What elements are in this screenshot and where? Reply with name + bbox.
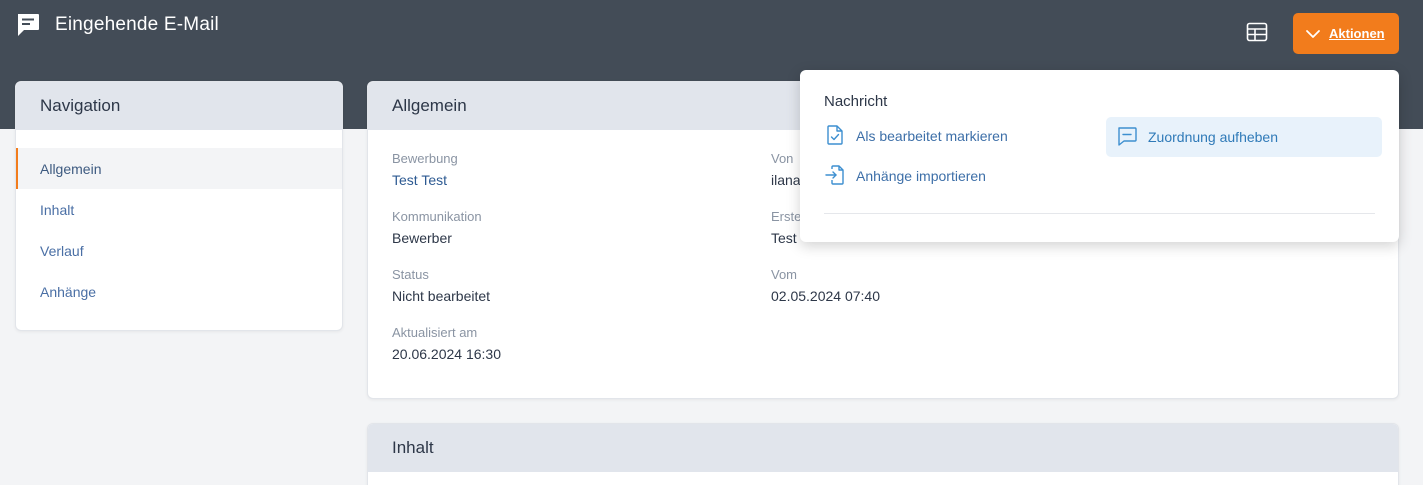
file-check-icon (824, 124, 856, 149)
field-value: Test (771, 230, 797, 246)
mark-as-processed-item[interactable]: Als bearbeitet markieren (824, 116, 1084, 156)
actions-button[interactable]: Aktionen (1293, 13, 1399, 54)
field-erstellt: Erste Test (771, 209, 801, 246)
field-kommunikation: Kommunikation Bewerber (392, 209, 482, 246)
nav-item-inhalt[interactable]: Inhalt (16, 189, 342, 230)
dropdown-item-label: Anhänge importieren (856, 168, 986, 184)
navigation-list: Allgemein Inhalt Verlauf Anhänge (16, 130, 342, 312)
bewerbung-link[interactable]: Test Test (392, 172, 458, 188)
field-label: Bewerbung (392, 151, 458, 166)
content-card: Inhalt (367, 423, 1399, 485)
field-vom: Vom 02.05.2024 07:40 (771, 267, 880, 304)
dropdown-item-label: Als bearbeitet markieren (856, 128, 1008, 144)
file-import-icon (824, 164, 856, 189)
status-value: Nicht bearbeitet (392, 288, 491, 304)
table-view-button[interactable] (1244, 21, 1270, 47)
field-label: Erste (771, 209, 802, 224)
field-label: Kommunikation (392, 209, 482, 224)
field-value: ilana (771, 172, 801, 188)
nav-item-anhaenge[interactable]: Anhänge (16, 271, 342, 312)
content-title: Inhalt (368, 424, 1398, 472)
nav-item-verlauf[interactable]: Verlauf (16, 230, 342, 271)
dropdown-divider (824, 213, 1375, 214)
field-value: Bewerber (392, 230, 452, 246)
actions-button-label: Aktionen (1329, 26, 1385, 41)
field-bewerbung: Bewerbung Test Test (392, 151, 458, 188)
field-aktualisiert: Aktualisiert am 20.06.2024 16:30 (392, 325, 501, 362)
field-value: 20.06.2024 16:30 (392, 346, 501, 362)
message-square-icon (15, 12, 41, 38)
field-label: Von (771, 151, 794, 166)
field-status: Status Nicht bearbeitet (392, 267, 490, 304)
navigation-title: Navigation (16, 82, 342, 130)
import-attachments-item[interactable]: Anhänge importieren (824, 156, 1084, 196)
nav-item-allgemein[interactable]: Allgemein (16, 148, 342, 189)
unassign-item[interactable]: Zuordnung aufheben (1106, 117, 1382, 157)
navigation-card: Navigation Allgemein Inhalt Verlauf Anhä… (15, 81, 343, 331)
field-label: Status (392, 267, 429, 282)
chevron-down-icon (1305, 26, 1321, 42)
field-label: Vom (771, 267, 798, 282)
table-layout-icon (1246, 22, 1268, 47)
dropdown-item-label: Zuordnung aufheben (1148, 129, 1278, 145)
actions-dropdown: Nachricht Als bearbeitet markieren Zuord… (800, 70, 1399, 242)
field-value: 02.05.2024 07:40 (771, 288, 880, 304)
page-title: Eingehende E-Mail (55, 14, 219, 35)
dropdown-section-title: Nachricht (824, 93, 888, 110)
field-label: Aktualisiert am (392, 325, 478, 340)
field-von: Von ilana (771, 151, 801, 188)
message-square-icon (1116, 125, 1148, 150)
